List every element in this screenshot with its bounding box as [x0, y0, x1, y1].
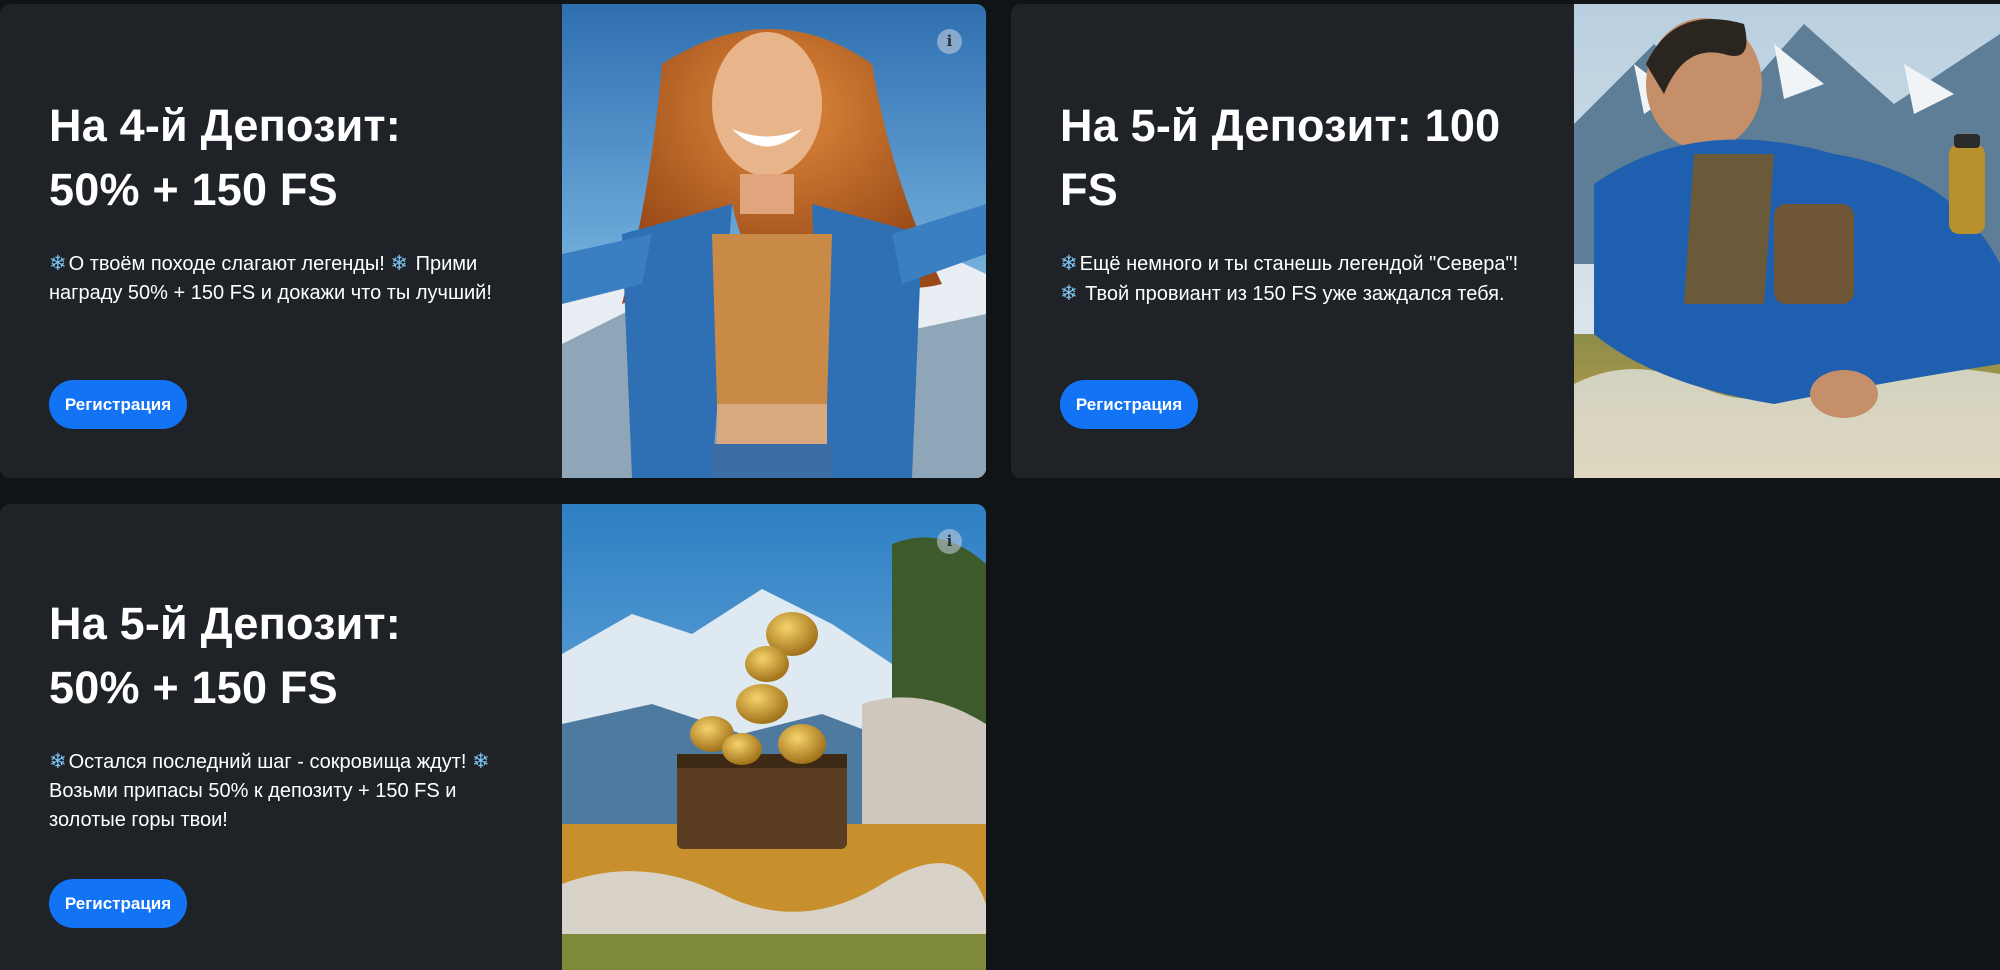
bonus-card-title: На 4-й Депозит: 50% + 150 FS — [49, 94, 529, 222]
register-button[interactable]: Регистрация — [49, 380, 187, 429]
bonus-card-5th-deposit-percent: На 5-й Депозит: 50% + 150 FS ❄ Остался по… — [0, 504, 986, 970]
snowflake-icon: ❄ — [49, 750, 67, 773]
bonus-card-5th-deposit-fs: На 5-й Депозит: 100 FS ❄ Ещё немного и ты… — [1011, 4, 2000, 478]
bonus-card-text: На 4-й Депозит: 50% + 150 FS ❄ О твоём по… — [49, 94, 529, 308]
woman-in-denim-jacket-image: i — [562, 4, 986, 478]
bonus-card-desc-part1: О твоём походе слагают легенды! — [68, 253, 385, 275]
bonus-card-description: ❄ О твоём походе слагают легенды! ❄ Прими… — [49, 249, 529, 308]
bonus-cards-grid: На 4-й Депозит: 50% + 150 FS ❄ О твоём по… — [0, 0, 2000, 970]
bonus-card-title: На 5-й Депозит: 50% + 150 FS — [49, 592, 529, 720]
bonus-card-text: На 5-й Депозит: 100 FS ❄ Ещё немного и ты… — [1060, 94, 1540, 309]
bonus-card-title-line2: FS — [1060, 164, 1118, 215]
bonus-card-description: ❄ Ещё немного и ты станешь легендой "Севе… — [1060, 249, 1540, 309]
snowflake-icon: ❄ — [472, 750, 490, 773]
bonus-card-text: На 5-й Депозит: 50% + 150 FS ❄ Остался по… — [49, 592, 529, 835]
bonus-card-title-line2: 50% + 150 FS — [49, 662, 338, 713]
bonus-card-desc-part2: Твой провиант из 150 FS уже заждался теб… — [1085, 283, 1505, 305]
bonus-card-desc-part1: Ещё немного и ты станешь легендой "Север… — [1079, 253, 1519, 275]
snowflake-icon: ❄ — [1060, 282, 1078, 305]
info-icon[interactable]: i — [937, 29, 962, 54]
man-resting-in-meadow-image — [1574, 4, 2000, 478]
bonus-card-title-line1: На 5-й Депозит: — [49, 598, 401, 649]
treasure-chest-image: i — [562, 504, 986, 970]
snowflake-icon: ❄ — [49, 252, 67, 275]
bonus-card-title-line2: 50% + 150 FS — [49, 164, 338, 215]
bonus-card-title: На 5-й Депозит: 100 FS — [1060, 94, 1540, 222]
register-button[interactable]: Регистрация — [1060, 380, 1198, 429]
bonus-card-desc-part2: Возьми припасы 50% к депозиту + 150 FS и… — [49, 780, 457, 831]
info-icon[interactable]: i — [937, 529, 962, 554]
bonus-card-desc-part1: Остался последний шаг - сокровища ждут! — [68, 751, 467, 773]
snowflake-icon: ❄ — [390, 252, 409, 275]
bonus-card-title-line1: На 4-й Депозит: — [49, 100, 401, 151]
bonus-card-title-line1: На 5-й Депозит: 100 — [1060, 100, 1501, 151]
register-button[interactable]: Регистрация — [49, 879, 187, 928]
bonus-card-description: ❄ Остался последний шаг - сокровища ждут!… — [49, 747, 529, 835]
snowflake-icon: ❄ — [1060, 252, 1078, 275]
bonus-card-4th-deposit: На 4-й Депозит: 50% + 150 FS ❄ О твоём по… — [0, 4, 986, 478]
